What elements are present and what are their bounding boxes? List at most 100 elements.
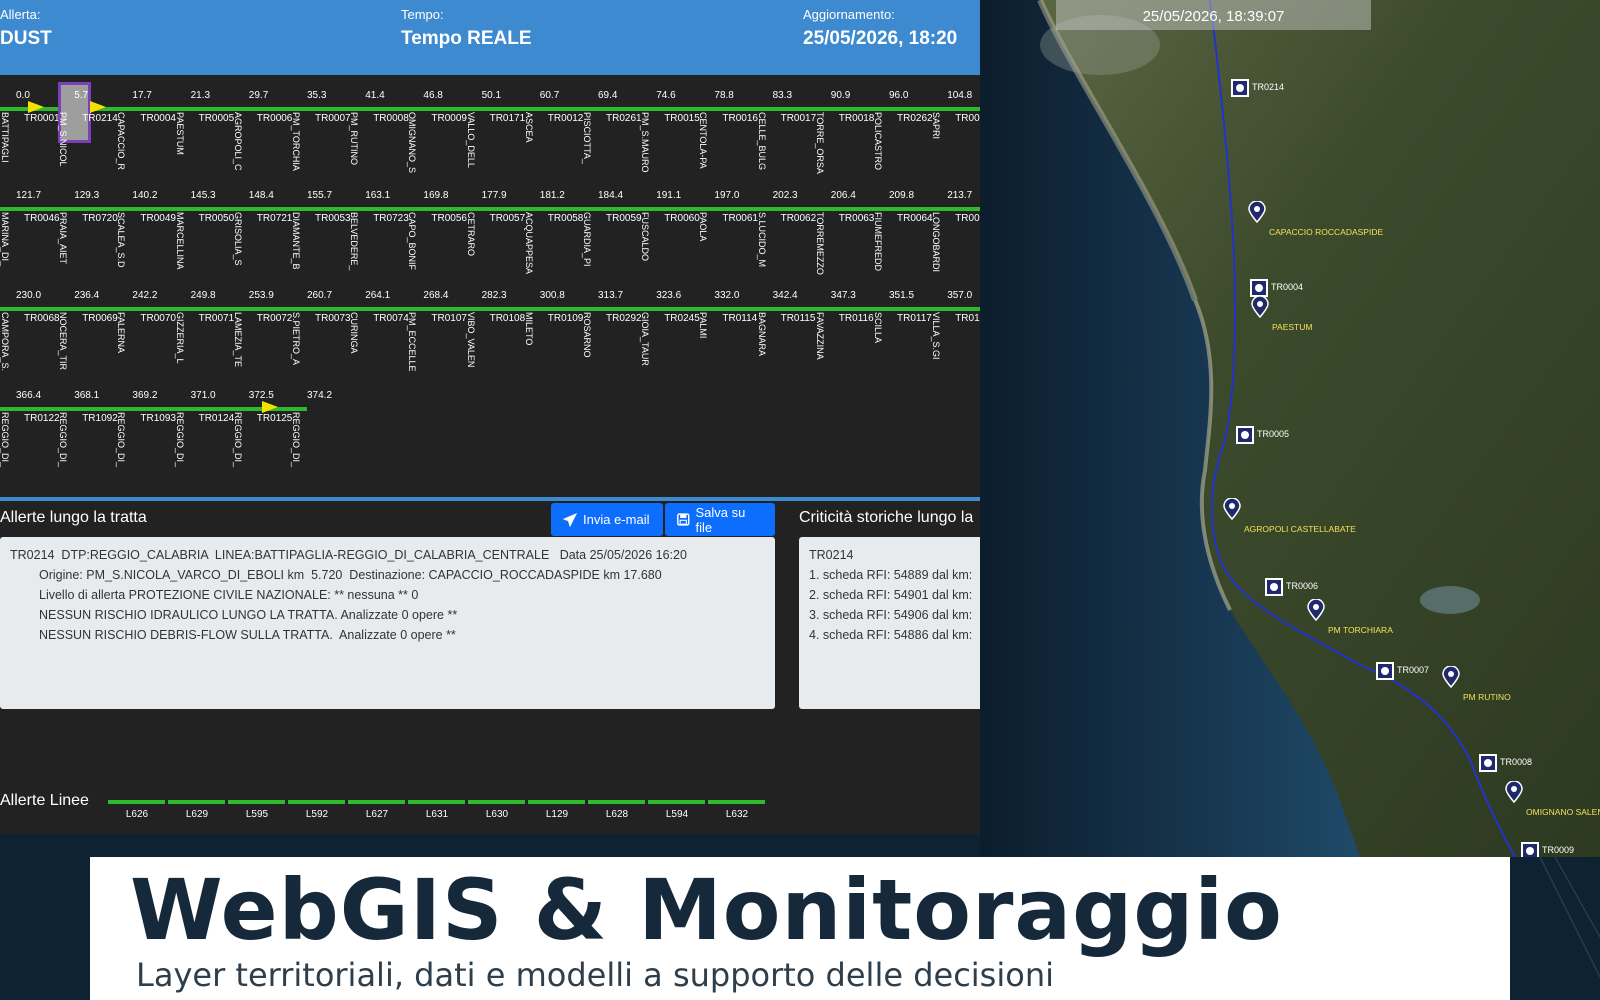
station-name: ROSARNO bbox=[582, 312, 592, 358]
station-pin-icon[interactable] bbox=[1251, 296, 1269, 318]
track-segment[interactable]: 169.8 TR0056 CAPO_BONIF bbox=[407, 175, 467, 270]
train-icon[interactable] bbox=[28, 101, 44, 113]
track-segment[interactable]: 260.7 TR0073 S.PIETRO_A bbox=[291, 275, 351, 370]
track-segment[interactable]: 177.9 TR0057 CETRARO bbox=[466, 175, 526, 270]
track-segment[interactable]: 184.4 TR0059 GUARDIA_PI bbox=[582, 175, 642, 270]
track-segment[interactable]: 145.3 TR0050 MARCELLINA bbox=[175, 175, 235, 270]
segment-marker-icon[interactable] bbox=[1231, 79, 1249, 97]
line-item[interactable]: L627 bbox=[348, 800, 406, 820]
line-item[interactable]: L592 bbox=[288, 800, 346, 820]
track-segment[interactable]: 104.8 TR00 SAPRI bbox=[931, 75, 980, 170]
track-segment[interactable]: 29.7 TR0006 AGROPOLI_C bbox=[233, 75, 293, 171]
send-email-button[interactable]: Invia e-mail bbox=[551, 503, 663, 536]
track-segment[interactable]: 369.2 TR1093 REGGIO_DI_ bbox=[116, 375, 176, 470]
line-item[interactable]: L129 bbox=[528, 800, 586, 820]
track-segment[interactable]: 213.7 TR00 LONGOBARDI bbox=[931, 175, 980, 272]
map-view[interactable]: 25/05/2026, 18:39:07 TR0214 CAPACCIO ROCC… bbox=[980, 0, 1600, 857]
track-segment[interactable]: 46.8 TR0009 OMIGNANO_S bbox=[407, 75, 467, 173]
station-name: REGGIO_DI_ bbox=[174, 412, 185, 468]
track-segment[interactable]: 351.5 TR0117 SCILLA bbox=[873, 275, 932, 370]
track-segment[interactable]: 0.0 TR0001 BATTIPAGLI bbox=[0, 75, 60, 170]
segment-id: TR0057 bbox=[489, 213, 526, 224]
track-segment[interactable]: 74.6 TR0015 PM_S.MAURO bbox=[640, 75, 700, 173]
segment-marker-icon[interactable] bbox=[1250, 279, 1268, 297]
track-segment[interactable]: 264.1 TR0074 CURINGA bbox=[349, 275, 409, 370]
segment-km: 371.0 bbox=[190, 390, 216, 401]
critical-text-area[interactable]: TR0214 1. scheda RFI: 54889 dal km: 2. s… bbox=[799, 537, 980, 709]
track-segment[interactable]: 300.8 TR0109 MILETO bbox=[524, 275, 584, 370]
line-item[interactable]: L626 bbox=[108, 800, 166, 820]
track-segment[interactable]: 374.2 REGGIO_DI_ bbox=[291, 375, 349, 470]
track-segment[interactable]: 191.1 TR0060 FUSCALDO bbox=[640, 175, 700, 270]
track-segment[interactable]: 357.0 TR01 VILLA_S.GI bbox=[931, 275, 980, 370]
track-segment[interactable]: 323.6 TR0245 GIOIA_TAUR bbox=[640, 275, 700, 370]
segment-id: TR0114 bbox=[722, 313, 758, 324]
station-pin-icon[interactable] bbox=[1248, 201, 1266, 223]
track-segment[interactable]: 230.0 TR0068 CAMPORA_S. bbox=[0, 275, 60, 371]
track-segment[interactable]: 371.0 TR0124 REGGIO_DI_ bbox=[174, 375, 235, 470]
line-item[interactable]: L595 bbox=[228, 800, 286, 820]
track-segment[interactable]: 17.7 TR0004 CAPACCIO_R bbox=[116, 75, 176, 170]
line-item[interactable]: L629 bbox=[168, 800, 226, 820]
segment-marker-icon[interactable] bbox=[1236, 426, 1254, 444]
track-segment[interactable]: 209.8 TR0064 FIUMEFREDD bbox=[873, 175, 933, 271]
track-segment[interactable]: 342.4 TR0115 BAGNARA bbox=[757, 275, 816, 370]
segment-marker-icon[interactable] bbox=[1521, 842, 1539, 857]
track-segment[interactable]: 90.9 TR0018 TORRE_ORSA bbox=[815, 75, 875, 174]
station-pin-icon[interactable] bbox=[1223, 498, 1241, 520]
train-icon[interactable] bbox=[90, 101, 106, 113]
track-segment[interactable]: 50.1 TR0171 VALLO_DELL bbox=[466, 75, 526, 170]
track-segment[interactable]: 368.1 TR1092 REGGIO_DI_ bbox=[58, 375, 118, 470]
track-segment[interactable]: 83.3 TR0017 CELLE_BULG bbox=[757, 75, 817, 170]
track-segment[interactable]: 78.8 TR0016 CENTOLA-PA bbox=[698, 75, 758, 170]
line-item[interactable]: L632 bbox=[708, 800, 766, 820]
station-pin-icon[interactable] bbox=[1307, 599, 1325, 621]
track-segment[interactable]: 155.7 TR0053 DIAMANTE_B bbox=[291, 175, 351, 270]
track-segment[interactable]: 129.3 TR0720 PRAIA_AIET bbox=[58, 175, 118, 270]
station-name: PM_S.MAURO bbox=[640, 112, 651, 173]
track-segment[interactable]: 197.0 TR0061 PAOLA bbox=[698, 175, 758, 270]
station-pin-icon[interactable] bbox=[1505, 781, 1523, 803]
track-segment[interactable]: 5.7 TR0214 PM_S.NICOL bbox=[58, 75, 118, 170]
line-item[interactable]: L631 bbox=[408, 800, 466, 820]
track-segment[interactable]: 202.3 TR0062 S.LUCIDO_M bbox=[757, 175, 817, 270]
alerts-text-area[interactable]: TR0214 DTP:REGGIO_CALABRIA LINEA:BATTIPA… bbox=[0, 537, 775, 709]
track-segment[interactable]: 253.9 TR0072 LAMEZIA_TE bbox=[233, 275, 293, 370]
track-segment[interactable]: 69.4 TR0261 PISCIOTTA_ bbox=[582, 75, 642, 170]
station-pin-icon[interactable] bbox=[1442, 666, 1460, 688]
track-segment[interactable]: 21.3 TR0005 PAESTUM bbox=[175, 75, 235, 170]
track-segment[interactable]: 35.3 TR0007 PM_TORCHIA bbox=[291, 75, 351, 171]
segment-km: 213.7 bbox=[947, 190, 973, 201]
segment-id: TR0171 bbox=[489, 113, 526, 124]
track-segment[interactable]: 140.2 TR0049 SCALEA_S.D bbox=[116, 175, 176, 270]
line-item[interactable]: L630 bbox=[468, 800, 526, 820]
station-name: POLICASTRO bbox=[873, 112, 883, 171]
segment-marker-icon[interactable] bbox=[1479, 754, 1497, 772]
track-segment[interactable]: 249.8 TR0071 GIZZERIA_L bbox=[175, 275, 235, 370]
track-segment[interactable]: 181.2 TR0058 ACQUAPPESA bbox=[524, 175, 584, 274]
track-segment[interactable]: 60.7 TR0012 ASCEA bbox=[524, 75, 584, 170]
track-segment[interactable]: 268.4 TR0107 PM_ECCELLE bbox=[407, 275, 467, 372]
track-segment[interactable]: 372.5 TR0125 REGGIO_DI_ bbox=[233, 375, 293, 470]
save-file-button[interactable]: Salva su file bbox=[665, 503, 775, 536]
track-segment[interactable]: 332.0 TR0114 PALMI bbox=[698, 275, 758, 370]
line-item[interactable]: L628 bbox=[588, 800, 646, 820]
track-segment[interactable]: 366.4 TR0122 REGGIO_DI_ bbox=[0, 375, 60, 470]
segment-marker-icon[interactable] bbox=[1376, 662, 1394, 680]
track-segment[interactable]: 282.3 TR0108 VIBO_VALEN bbox=[466, 275, 526, 370]
track-segment[interactable]: 347.3 TR0116 FAVAZZINA bbox=[815, 275, 874, 370]
track-segment[interactable]: 242.2 TR0070 FALERNA bbox=[116, 275, 176, 370]
track-segment[interactable]: 163.1 TR0723 BELVEDERE_ bbox=[349, 175, 409, 270]
line-item[interactable]: L594 bbox=[648, 800, 706, 820]
track-segment[interactable]: 148.4 TR0721 GRISOLIA_S bbox=[233, 175, 293, 270]
track-segment[interactable]: 206.4 TR0063 TORREMEZZO bbox=[815, 175, 875, 275]
track-segment[interactable]: 121.7 TR0046 MARINA_DI_ bbox=[0, 175, 60, 270]
track-segment[interactable]: 236.4 TR0069 NOCERA_TIR bbox=[58, 275, 118, 370]
track-segment[interactable]: 41.4 TR0008 PM_RUTINO bbox=[349, 75, 409, 170]
satellite-map[interactable] bbox=[980, 0, 1600, 857]
train-icon[interactable] bbox=[262, 401, 278, 413]
segment-id: TR01 bbox=[955, 313, 980, 324]
track-segment[interactable]: 313.7 TR0292 ROSARNO bbox=[582, 275, 642, 370]
track-segment[interactable]: 96.0 TR0262 POLICASTRO bbox=[873, 75, 933, 171]
segment-marker-icon[interactable] bbox=[1265, 578, 1283, 596]
